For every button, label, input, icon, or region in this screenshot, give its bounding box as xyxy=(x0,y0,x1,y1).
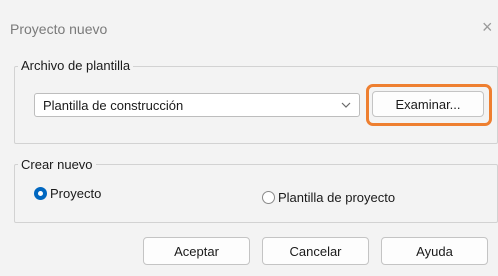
ok-button[interactable]: Aceptar xyxy=(143,237,250,265)
close-icon[interactable]: × xyxy=(482,18,493,36)
help-button[interactable]: Ayuda xyxy=(381,237,488,265)
radio-unchecked-icon xyxy=(262,191,275,204)
template-select-value: Plantilla de construcción xyxy=(43,98,184,113)
radio-project-template[interactable]: Plantilla de proyecto xyxy=(262,190,395,205)
browse-button[interactable]: Examinar... xyxy=(372,91,484,117)
radio-checked-icon xyxy=(34,187,47,200)
chevron-down-icon xyxy=(341,102,351,108)
title-bar: Proyecto nuevo × xyxy=(0,0,498,58)
template-select[interactable]: Plantilla de construcción xyxy=(34,93,360,117)
cancel-button[interactable]: Cancelar xyxy=(262,237,369,265)
template-file-legend: Archivo de plantilla xyxy=(18,58,134,74)
create-new-legend: Crear nuevo xyxy=(18,157,96,173)
radio-project-template-label: Plantilla de proyecto xyxy=(278,190,396,205)
radio-project-label: Proyecto xyxy=(50,186,102,201)
radio-project[interactable]: Proyecto xyxy=(34,186,101,201)
window-title: Proyecto nuevo xyxy=(10,21,108,37)
